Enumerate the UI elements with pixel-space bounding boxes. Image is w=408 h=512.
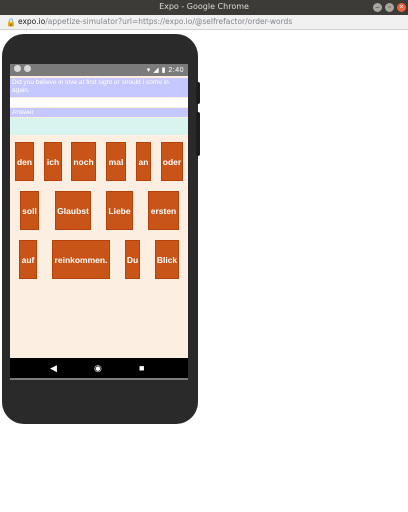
word-tile[interactable]: reinkommen. xyxy=(52,240,110,279)
spacer xyxy=(10,98,188,107)
home-icon[interactable]: ◉ xyxy=(94,362,102,374)
phone-bottom-edge xyxy=(10,378,188,380)
url-path: /appetize-simulator?url=https://expo.io/… xyxy=(45,17,293,26)
word-tile[interactable]: ersten xyxy=(148,191,179,230)
url-text[interactable]: expo.io/appetize-simulator?url=https://e… xyxy=(18,17,292,26)
window-titlebar: Expo - Google Chrome – ▫ × xyxy=(0,0,408,15)
word-tile[interactable]: ich xyxy=(44,142,62,181)
source-sentence: Did you believe in love at first sight o… xyxy=(10,78,188,97)
word-tile[interactable]: auf xyxy=(19,240,37,279)
url-host: expo.io xyxy=(18,17,46,26)
word-tile[interactable]: Glaubst xyxy=(55,191,91,230)
word-tile[interactable]: soll xyxy=(20,191,39,230)
phone-volume-button xyxy=(196,112,200,156)
back-icon[interactable]: ◀ xyxy=(50,362,57,374)
status-icons-left xyxy=(14,65,34,74)
word-tile[interactable]: Liebe xyxy=(106,191,133,230)
answer-field[interactable]: Answer xyxy=(10,108,188,117)
window-title: Expo - Google Chrome xyxy=(159,2,249,11)
answer-drop-zone[interactable] xyxy=(10,118,188,135)
android-status-bar: ▾ ◢ ▮ 2:40 xyxy=(10,64,188,76)
minimize-icon[interactable]: – xyxy=(373,3,382,12)
status-time: 2:40 xyxy=(168,67,184,74)
notification-icon xyxy=(14,65,21,72)
word-tile[interactable]: den xyxy=(15,142,34,181)
close-icon[interactable]: × xyxy=(397,3,406,12)
settings-icon xyxy=(24,65,31,72)
phone-side-button xyxy=(196,82,200,104)
maximize-icon[interactable]: ▫ xyxy=(385,3,394,12)
word-tile[interactable]: Du xyxy=(125,240,140,279)
word-tile[interactable]: oder xyxy=(161,142,183,181)
phone-screen: ▾ ◢ ▮ 2:40 Did you believe in love at fi… xyxy=(10,64,188,378)
lock-icon: 🔒 xyxy=(6,18,16,27)
word-tile[interactable]: an xyxy=(136,142,151,181)
word-tile[interactable]: mal xyxy=(106,142,126,181)
address-bar[interactable]: 🔒 expo.io/appetize-simulator?url=https:/… xyxy=(0,15,408,30)
word-tile[interactable]: Blick xyxy=(155,240,179,279)
status-icons-right: ▾ ◢ ▮ 2:40 xyxy=(146,67,184,74)
word-tile[interactable]: noch xyxy=(71,142,96,181)
recents-icon[interactable]: ■ xyxy=(139,362,144,374)
android-nav-bar: ◀ ◉ ■ xyxy=(10,358,188,378)
